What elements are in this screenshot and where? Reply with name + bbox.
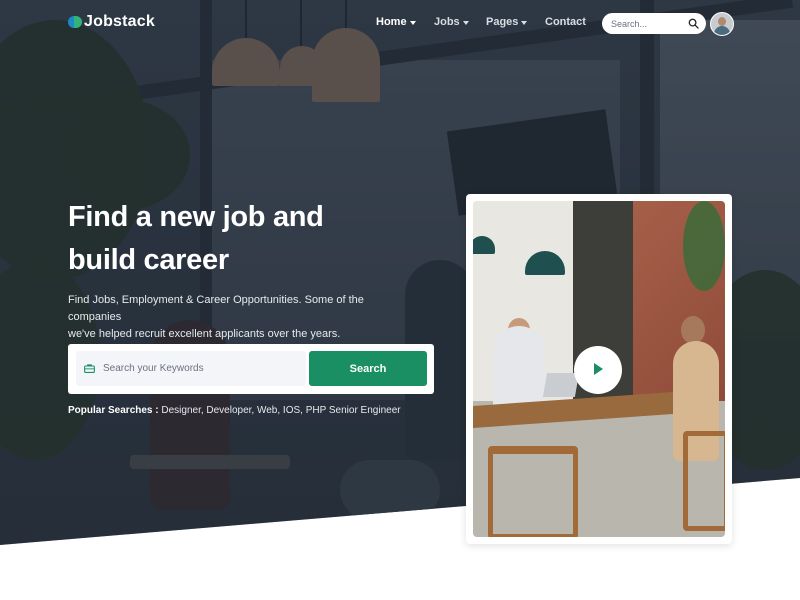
briefcase-icon (84, 364, 95, 373)
nav-item-label: Jobs (434, 16, 460, 28)
header-search (602, 13, 706, 34)
video-card (466, 194, 732, 544)
nav-item-jobs[interactable]: Jobs (434, 16, 469, 28)
user-avatar[interactable] (710, 12, 734, 36)
header-search-input[interactable] (611, 18, 689, 29)
search-icon[interactable] (688, 18, 699, 29)
video-thumbnail (473, 201, 725, 537)
logo-icon (68, 15, 82, 29)
brand-logo[interactable]: Jobstack (68, 13, 155, 31)
nav-item-label: Home (376, 16, 407, 28)
hero-subtitle: Find Jobs, Employment & Career Opportuni… (68, 292, 418, 343)
nav-item-home[interactable]: Home (376, 16, 416, 28)
chevron-down-icon (521, 20, 528, 25)
hero-headline-line: Find a new job and (68, 201, 324, 233)
brand-name: Jobstack (84, 13, 155, 30)
chevron-down-icon (409, 20, 416, 25)
play-button[interactable] (574, 346, 622, 394)
keyword-input[interactable] (103, 363, 293, 374)
hero-headline: Find a new job and build career (68, 196, 388, 282)
popular-searches-terms[interactable]: Designer, Developer, Web, IOS, PHP Senio… (161, 405, 400, 416)
chevron-down-icon (462, 20, 469, 25)
search-button[interactable]: Search (309, 351, 427, 386)
nav-item-contact[interactable]: Contact (545, 16, 586, 28)
popular-searches: Popular Searches : Designer, Developer, … (68, 405, 401, 416)
nav-item-label: Contact (545, 16, 586, 28)
popular-searches-label: Popular Searches : (68, 405, 159, 416)
keyword-field (76, 351, 306, 386)
hero-headline-line: build career (68, 244, 229, 276)
hero-subtitle-line: Find Jobs, Employment & Career Opportuni… (68, 294, 364, 323)
nav-item-pages[interactable]: Pages (486, 16, 528, 28)
play-icon (594, 363, 603, 375)
job-search-panel: Search (68, 344, 434, 394)
hero-subtitle-line: we've helped recruit excellent applicant… (68, 328, 341, 340)
nav-item-label: Pages (486, 16, 519, 28)
